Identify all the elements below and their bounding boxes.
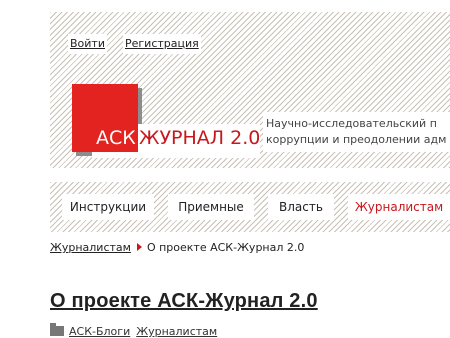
nav-item-journalists[interactable]: Журналистам [348,194,450,220]
category-link-blogs[interactable]: АСК-Блоги [69,325,130,338]
category-link-journalists[interactable]: Журналистам [136,325,217,338]
breadcrumb-current: О проекте АСК-Журнал 2.0 [146,241,305,254]
logo-text-journal[interactable]: ЖУРНАЛ 2.0 [139,126,260,150]
main-navigation: Инструкции Приемные Власть Журналистам [50,182,450,232]
page-title[interactable]: О проекте АСК-Журнал 2.0 [50,288,318,314]
tagline-line-2: коррупции и преодолении адм [266,133,447,146]
register-link[interactable]: Регистрация [123,34,201,54]
breadcrumb-parent-link[interactable]: Журналистам [50,241,131,254]
logo-text-ask[interactable]: АСК [96,126,136,150]
site-header: Войти Регистрация АСК ЖУРНАЛ 2.0 Научно-… [50,12,450,168]
nav-item-reception[interactable]: Приемные [168,194,254,220]
breadcrumb: Журналистам О проекте АСК-Журнал 2.0 [50,241,304,254]
breadcrumb-arrow-icon [136,243,142,251]
folder-icon [50,323,64,336]
nav-item-instructions[interactable]: Инструкции [62,194,154,220]
nav-item-power[interactable]: Власть [268,194,334,220]
post-categories: АСК-Блоги Журналистам [50,323,223,338]
login-link[interactable]: Войти [68,34,107,54]
tagline-line-1: Научно-исследовательский п [266,117,437,130]
